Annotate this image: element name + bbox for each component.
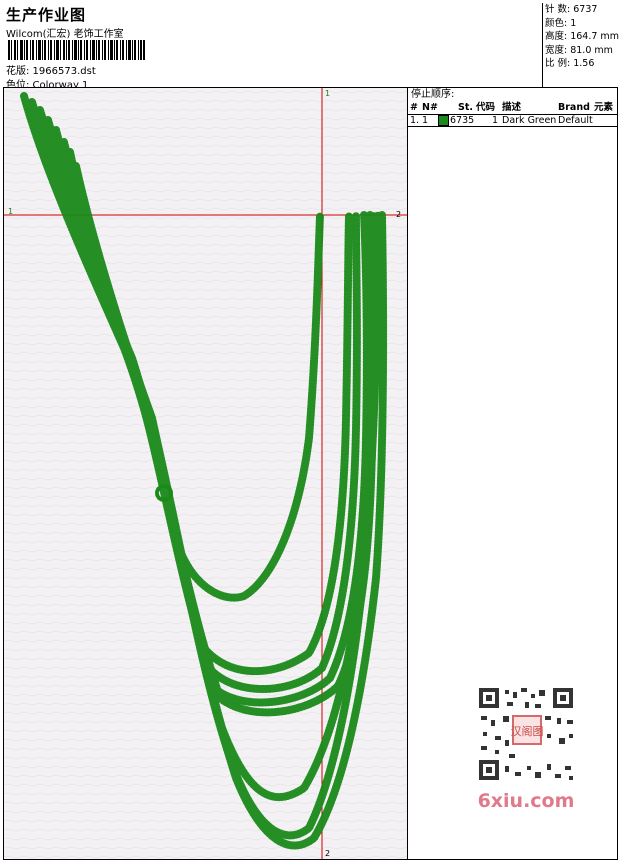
production-worksheet: 生产作业图 Wilcom(汇宏) 老饰工作室 花版: 1966573.dst 色… [0, 0, 620, 861]
header: 生产作业图 Wilcom(汇宏) 老饰工作室 花版: 1966573.dst 色… [3, 3, 620, 91]
header-brand: Brand [558, 102, 590, 113]
header-code: 代码 [476, 102, 496, 113]
guide-mark-left: 1 [8, 207, 13, 216]
design-scale: 比 例: 1.56 [545, 58, 595, 69]
guide-mark-bottom: 2 [325, 849, 330, 858]
qr-code-image: 汉阁图 6xiu.com [469, 680, 583, 812]
stop-sequence-header: # N# St. 代码 描述 Brand 元素 [408, 102, 617, 115]
company-name: Wilcom(汇宏) 老饰工作室 [6, 29, 124, 40]
header-description: 描述 [502, 102, 522, 113]
design-width: 宽度: 81.0 mm [545, 44, 613, 56]
stop-sequence-title: 停止顺序: [411, 89, 455, 100]
guide-mark-top: 1 [325, 89, 330, 98]
stats-panel: 针 数: 6737 颜色: 1 高度: 164.7 mm 宽度: 81.0 mm… [542, 3, 620, 87]
design-height: 高度: 164.7 mm [545, 31, 619, 42]
watermark-text: 6xiu.com [478, 790, 575, 812]
barcode [8, 40, 145, 60]
watermark: 汉阁图 6xiu.com [469, 680, 583, 815]
design-preview: 1 1 2 2 [3, 87, 408, 860]
header-needle: N# [422, 102, 438, 113]
guide-mark-right: 2 [396, 210, 401, 219]
stitch-count: 针 数: 6737 [545, 4, 598, 15]
page-title: 生产作业图 [6, 6, 87, 24]
header-stitches: St. [458, 102, 473, 113]
header-element: 元素 [594, 102, 614, 113]
color-count: 颜色: 1 [545, 17, 577, 29]
design-file-label: 花版: 1966573.dst [6, 66, 96, 77]
embroidery-drawing: 1 1 2 2 [4, 88, 407, 859]
table-divider [408, 126, 617, 127]
header-index: # [410, 102, 418, 113]
watermark-stamp: 汉阁图 [511, 724, 544, 738]
